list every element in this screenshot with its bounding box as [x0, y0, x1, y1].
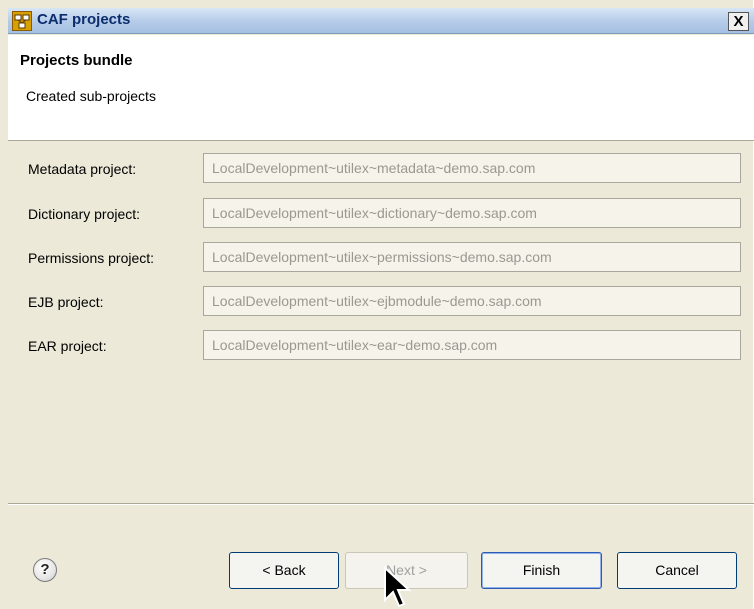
ejb-project-label: EJB project: [28, 294, 104, 310]
page-title: Projects bundle [20, 52, 133, 69]
metadata-project-label: Metadata project: [28, 161, 137, 177]
title-bar: CAF projects X [8, 8, 754, 34]
back-button[interactable]: < Back [229, 552, 339, 589]
permissions-project-field: LocalDevelopment~utilex~permissions~demo… [203, 242, 741, 272]
metadata-project-row: Metadata project: LocalDevelopment~utile… [8, 153, 754, 185]
ear-project-label: EAR project: [28, 338, 107, 354]
ejb-project-row: EJB project: LocalDevelopment~utilex~ejb… [8, 286, 754, 318]
permissions-project-label: Permissions project: [28, 250, 155, 266]
ear-project-row: EAR project: LocalDevelopment~utilex~ear… [8, 330, 754, 362]
dictionary-project-row: Dictionary project: LocalDevelopment~uti… [8, 198, 754, 230]
finish-button[interactable]: Finish [481, 552, 602, 589]
page-description: Created sub-projects [26, 88, 156, 104]
ear-project-field: LocalDevelopment~utilex~ear~demo.sap.com [203, 330, 741, 360]
mouse-pointer-icon [384, 566, 412, 608]
help-icon[interactable]: ? [33, 558, 57, 582]
permissions-project-row: Permissions project: LocalDevelopment~ut… [8, 242, 754, 274]
caf-project-icon [12, 11, 32, 31]
metadata-project-field: LocalDevelopment~utilex~metadata~demo.sa… [203, 153, 741, 183]
dictionary-project-field: LocalDevelopment~utilex~dictionary~demo.… [203, 198, 741, 228]
caf-projects-dialog: CAF projects X Projects bundle Created s… [0, 0, 754, 609]
button-bar-separator [8, 503, 754, 505]
wizard-header: Projects bundle Created sub-projects [8, 35, 754, 141]
window-title: CAF projects [37, 11, 131, 28]
ejb-project-field: LocalDevelopment~utilex~ejbmodule~demo.s… [203, 286, 741, 316]
cancel-button[interactable]: Cancel [617, 552, 737, 589]
dictionary-project-label: Dictionary project: [28, 206, 141, 222]
close-button[interactable]: X [728, 12, 749, 31]
